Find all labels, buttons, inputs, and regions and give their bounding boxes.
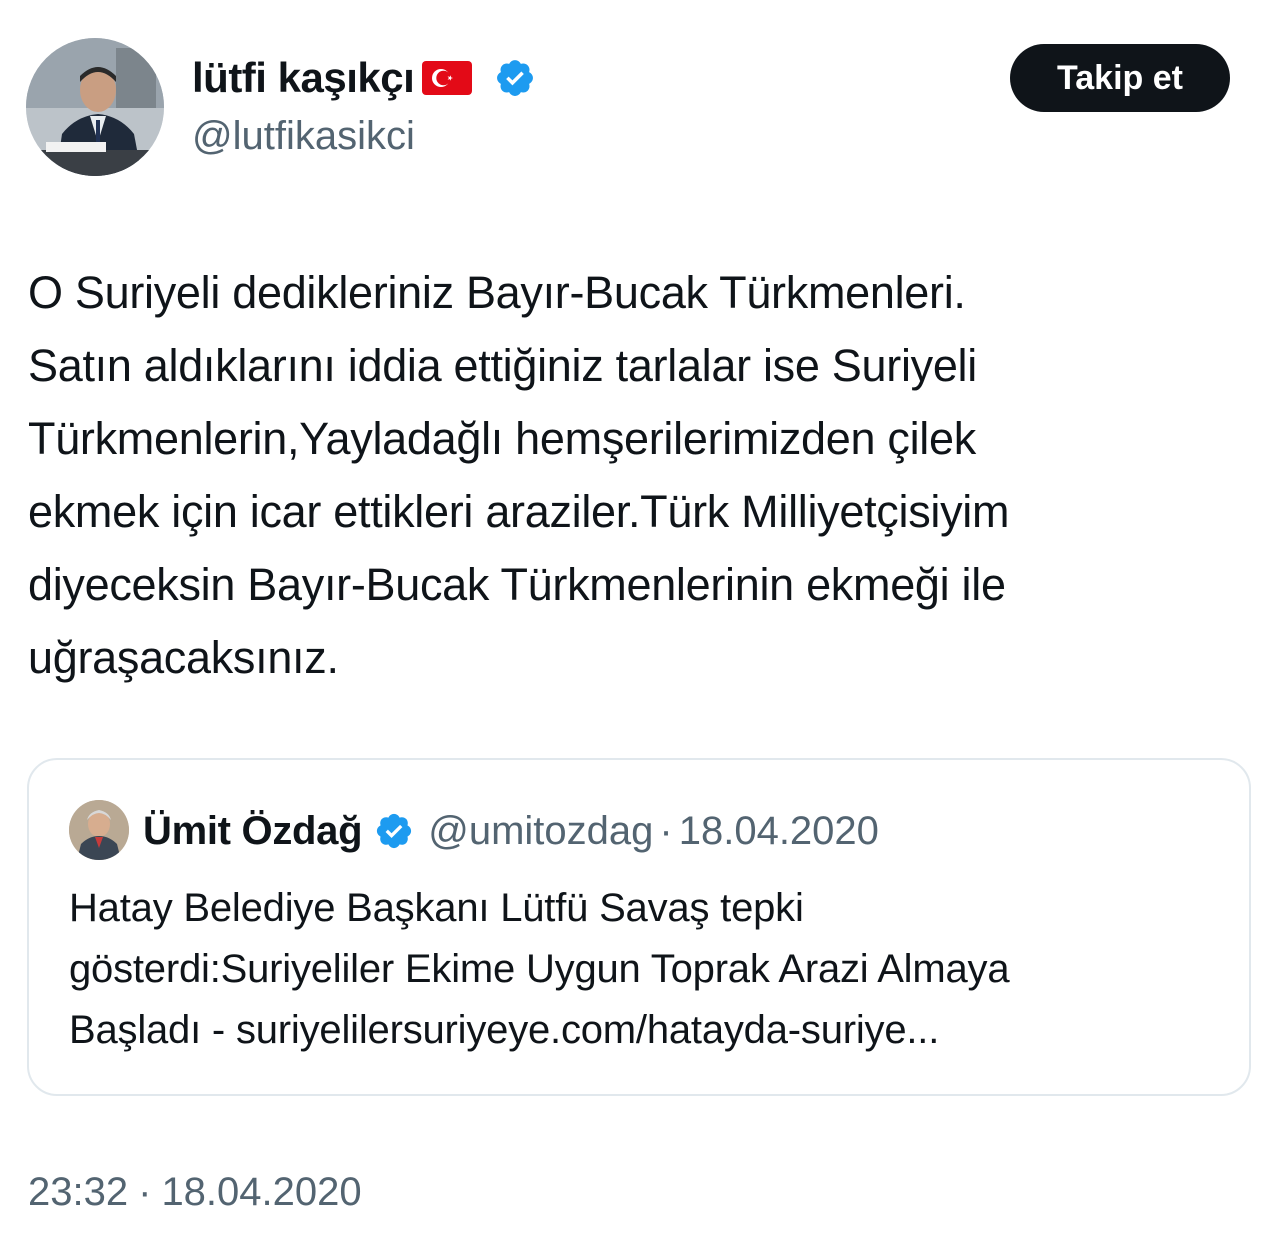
verified-badge-icon (374, 811, 414, 851)
tweet-text: O Suriyeli dedikleriniz Bayır-Bucak Türk… (28, 267, 1010, 683)
quote-header: Ümit Özdağ @umitozdag · 18.04.2020 (143, 802, 879, 860)
author-name-row: lütfi kaşıkçı (192, 50, 536, 106)
quote-author-handle[interactable]: @umitozdag (428, 809, 653, 854)
tweet-time: 23:32 (28, 1170, 129, 1214)
tweet-timestamp[interactable]: 23:32 · 18.04.2020 (28, 1170, 362, 1215)
follow-button[interactable]: Takip et (1010, 44, 1230, 112)
quote-date[interactable]: 18.04.2020 (679, 809, 879, 854)
quoted-tweet-card[interactable]: Ümit Özdağ @umitozdag · 18.04.2020 Hatay… (27, 758, 1251, 1096)
author-display-name[interactable]: lütfi kaşıkçı (192, 54, 415, 102)
quote-separator: · (659, 808, 673, 853)
author-handle[interactable]: @lutfikasikci (192, 114, 415, 159)
tweet-date: 18.04.2020 (161, 1170, 362, 1214)
author-avatar[interactable] (26, 38, 164, 176)
quote-author-name[interactable]: Ümit Özdağ (143, 809, 363, 854)
timestamp-separator: · (138, 1170, 152, 1214)
quote-text: Hatay Belediye Başkanı Lütfü Savaş tepki… (69, 886, 1010, 1052)
verified-badge-icon (494, 57, 536, 99)
turkey-flag-icon (422, 61, 473, 95)
quote-author-avatar[interactable] (69, 800, 129, 860)
